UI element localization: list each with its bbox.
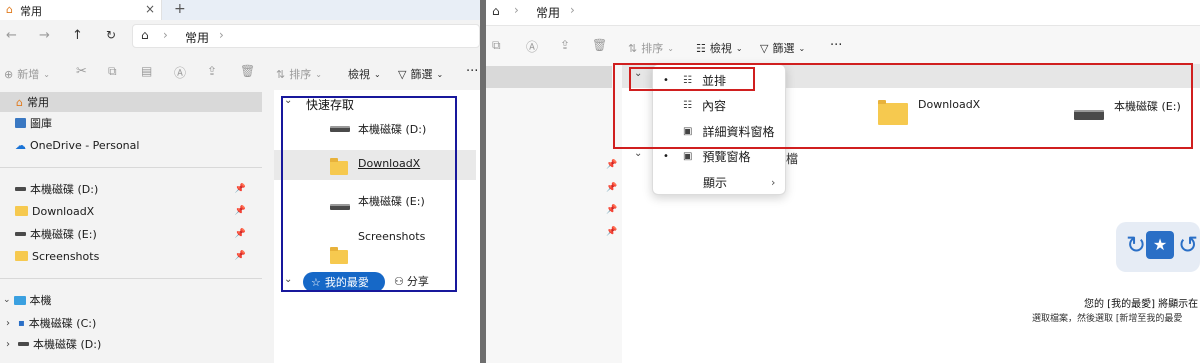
more-options-button[interactable]: ··· (466, 64, 478, 79)
delete-icon[interactable]: 🗑 (592, 38, 607, 52)
preview-pane-icon: ▣ (683, 150, 693, 162)
sidebar-item-drive-d[interactable]: 本機磁碟 (D:) 📌 (0, 179, 262, 199)
breadcrumb-sep: › (570, 3, 575, 17)
pin-icon: 📌 (606, 205, 618, 215)
tab-home[interactable]: ⌂ 常用 × (0, 0, 162, 20)
paste-icon[interactable]: ▤ (141, 64, 152, 78)
pin-icon: 📌 (606, 183, 618, 193)
pin-icon: 📌 (606, 227, 618, 237)
favorites-empty-title: 您的 [我的最愛] 將顯示在 (1084, 299, 1199, 310)
right-explorer-window: ⌂ › 常用 › ⧉ Ⓐ ⇪ 🗑 ⇅ 排序 ⌄ ☷ 檢視 ⌄ ▽ 篩選 ⌄ ··… (486, 0, 1200, 363)
breadcrumb-home[interactable]: 常用 (536, 4, 560, 21)
folder-icon (15, 251, 28, 261)
address-bar[interactable]: ⌂ › 常用 › (486, 0, 1200, 26)
nav-divider (0, 278, 262, 279)
view-button[interactable]: 檢視 ⌄ (348, 66, 381, 82)
share-icon[interactable]: ⇪ (560, 38, 570, 52)
menu-item-show[interactable]: 顯示 › (653, 170, 785, 194)
breadcrumb-sep: › (163, 28, 168, 42)
new-tab-button[interactable]: + (174, 1, 186, 17)
pin-icon: 📌 (234, 229, 246, 239)
home-icon: ⌂ (492, 4, 500, 18)
filter-button[interactable]: ▽ 篩選 ⌄ (760, 40, 805, 56)
left-explorer-window: ⌂ 常用 × + ← → ↑ ↻ ⌂ › 常用 › ⊕ 新增 ⌄ ✂ ⧉ ▤ Ⓐ… (0, 0, 480, 363)
sidebar-item-downloadx[interactable]: DownloadX 📌 (0, 201, 262, 221)
windows-drive-icon: ▪ (18, 317, 25, 329)
breadcrumb-sep: › (219, 28, 224, 42)
filter-button[interactable]: ▽ 篩選 ⌄ (398, 66, 443, 82)
folder-icon (15, 206, 28, 216)
view-button[interactable]: ☷ 檢視 ⌄ (696, 40, 743, 56)
home-icon: ⌂ (6, 3, 13, 16)
copy-icon[interactable]: ⧉ (492, 38, 501, 53)
plus-circle-icon: ⊕ (4, 67, 14, 81)
favorites-illustration: ↻ ★ ↺ (1116, 222, 1200, 272)
sidebar-selected-item[interactable] (486, 66, 612, 88)
up-icon[interactable]: ↑ (72, 28, 83, 43)
breadcrumb-home[interactable]: 常用 (185, 29, 209, 46)
sidebar-item-gallery[interactable]: 圖庫 (0, 113, 262, 133)
home-icon: ⌂ (16, 95, 23, 109)
pin-icon: 📌 (234, 184, 246, 194)
chevron-right-icon[interactable]: › (6, 318, 10, 329)
sidebar-item-drive-e[interactable]: 本機磁碟 (E:) 📌 (0, 224, 262, 244)
sidebar-item-this-pc[interactable]: ⌄ 本機 (0, 290, 262, 310)
annotation-red-box-small (629, 67, 755, 91)
delete-icon[interactable]: 🗑 (240, 64, 255, 78)
sort-button[interactable]: ⇅ 排序 ⌄ (628, 40, 674, 56)
favorites-empty-hint: 選取檔案，然後選取 [新增至我的最愛 (1032, 314, 1183, 324)
tab-label: 常用 (20, 5, 42, 18)
bullet-icon: • (663, 150, 669, 162)
copy-icon[interactable]: ⧉ (108, 64, 117, 79)
chevron-right-icon[interactable]: › (6, 339, 10, 350)
computer-icon (13, 295, 26, 305)
chevron-right-icon: › (771, 175, 776, 189)
cut-icon[interactable]: ✂ (76, 64, 87, 79)
sidebar-item-onedrive[interactable]: ☁ OneDrive - Personal (0, 135, 262, 155)
more-options-button[interactable]: ··· (830, 38, 842, 53)
address-bar[interactable]: ⌂ › 常用 › (132, 24, 480, 48)
pin-icon: 📌 (234, 206, 246, 216)
sidebar-item-drive-c[interactable]: › ▪ 本機磁碟 (C:) (0, 313, 262, 333)
cloud-icon: ☁ (15, 138, 26, 152)
sort-icon: ⇅ (628, 41, 638, 55)
gallery-icon (15, 118, 26, 128)
tab-close-icon[interactable]: × (145, 2, 155, 16)
chevron-down-icon[interactable]: ⌄ (634, 148, 642, 159)
partial-header-text: 檔 (786, 152, 799, 166)
sidebar-item-drive-d-2[interactable]: › 本機磁碟 (D:) (0, 334, 262, 354)
chevron-down-icon: ⌄ (3, 295, 11, 305)
pin-icon: 📌 (234, 251, 246, 261)
sync-icon: ↻ (1126, 231, 1147, 259)
annotation-blue-box (281, 96, 457, 292)
back-icon[interactable]: ← (6, 28, 17, 43)
sort-button[interactable]: ⇅ 排序 ⌄ (276, 66, 322, 82)
sync-icon: ↺ (1178, 231, 1199, 259)
forward-icon[interactable]: → (39, 28, 50, 43)
filter-icon: ▽ (760, 41, 769, 55)
breadcrumb-sep: › (514, 3, 519, 17)
drive-icon (15, 187, 26, 191)
pin-icon: 📌 (606, 160, 618, 170)
new-button[interactable]: ⊕ 新增 ⌄ (4, 66, 50, 82)
sidebar-item-home[interactable]: ⌂ 常用 (0, 92, 262, 112)
sort-icon: ⇅ (276, 67, 286, 81)
drive-icon (18, 342, 29, 346)
view-icon: ☷ (696, 41, 706, 55)
drive-icon (15, 232, 26, 236)
home-icon: ⌂ (141, 28, 149, 42)
nav-divider (0, 167, 262, 168)
filter-icon: ▽ (398, 67, 407, 81)
rename-icon[interactable]: Ⓐ (174, 64, 186, 81)
rename-icon[interactable]: Ⓐ (526, 38, 538, 55)
star-icon: ★ (1146, 231, 1174, 259)
refresh-icon[interactable]: ↻ (106, 28, 116, 42)
share-icon[interactable]: ⇪ (207, 64, 217, 78)
sidebar-item-screenshots[interactable]: Screenshots 📌 (0, 246, 262, 266)
